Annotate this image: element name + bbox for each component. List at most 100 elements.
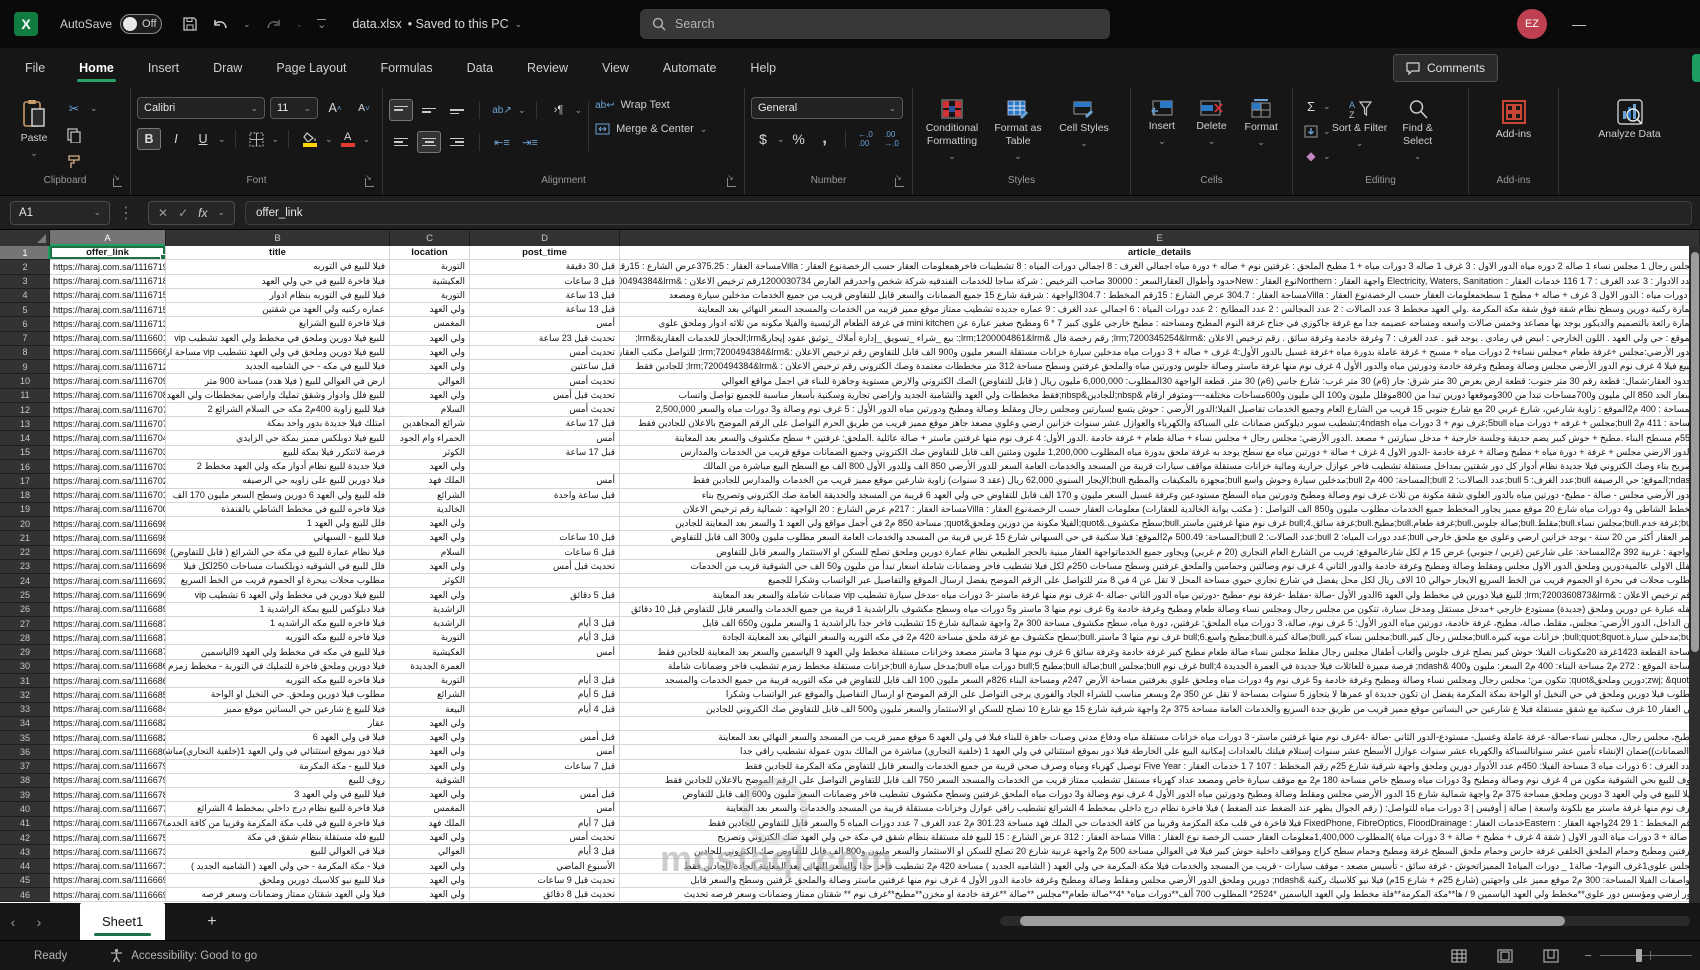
orientation-dropdown-icon[interactable]: ⌄: [518, 105, 526, 116]
cell-B21[interactable]: فيلا للبيع - السبهاني: [166, 531, 390, 546]
cell-E21[interactable]: عمر العقار أكثر من 20 سنة - يوجد خزانين …: [620, 531, 1700, 546]
cell-B31[interactable]: فيلا فاخره للبيع مكه التوريه: [166, 673, 390, 689]
cell-C40[interactable]: المغمس: [390, 802, 470, 817]
cell-D3[interactable]: قبل 3 ساعات: [470, 274, 620, 289]
cell-E25[interactable]: رقم ترخيص الاعلان : &lrm;7200360873&lrm;…: [620, 588, 1700, 603]
cell-B43[interactable]: فيلا في العوالي للبيع: [166, 845, 390, 860]
row-header-3[interactable]: 3: [0, 274, 50, 289]
row-header-32[interactable]: 32: [0, 688, 50, 703]
cell-A9[interactable]: https://haraj.com.sa/11167121416/: [50, 360, 166, 375]
decrease-font-icon[interactable]: A ˅: [352, 97, 376, 119]
row-header-13[interactable]: 13: [0, 417, 50, 432]
autosave-control[interactable]: AutoSave Off: [60, 14, 163, 34]
cell-C4[interactable]: التوربة: [390, 288, 470, 304]
accounting-dropdown-icon[interactable]: ⌄: [777, 134, 785, 145]
horizontal-scrollbar[interactable]: [1000, 916, 1690, 926]
paste-options-icon[interactable]: ⌄: [90, 103, 98, 114]
font-dialog-launcher-icon[interactable]: [365, 173, 374, 187]
row-header-11[interactable]: 11: [0, 388, 50, 403]
cell-C23[interactable]: ولي العهد: [390, 559, 470, 575]
cell-A37[interactable]: https://haraj.com.sa/11166798607/: [50, 759, 166, 774]
cell-A3[interactable]: https://haraj.com.sa/11167186397/: [50, 274, 166, 289]
cell-A14[interactable]: https://haraj.com.sa/11167046297/: [50, 431, 166, 446]
cell-A23[interactable]: https://haraj.com.sa/11166980284/: [50, 559, 166, 575]
comments-button[interactable]: Comments: [1393, 54, 1499, 82]
cell-D17[interactable]: أمس: [470, 474, 620, 489]
cell-E2[interactable]: مجلس رجال 1 مجلس نساء 1 صاله 2 دوره مياه…: [620, 260, 1700, 275]
cell-E26[interactable]: الفله عبارة عن دورين وملحق (جديدة) مستود…: [620, 602, 1700, 617]
row-header-23[interactable]: 23: [0, 559, 50, 575]
cell-B46[interactable]: فيلا ولي العهد شقتان ممتاز وضمانات وسعر …: [166, 887, 390, 903]
cell-B30[interactable]: فيلا دورين وملحق فاخرة للتمليك في التورب…: [166, 659, 390, 674]
format-painter-icon[interactable]: [62, 151, 86, 173]
fill-color-dropdown-icon[interactable]: ⌄: [325, 134, 333, 145]
normal-view-button[interactable]: [1450, 948, 1468, 964]
tab-help[interactable]: Help: [746, 53, 780, 83]
align-bottom-icon[interactable]: [445, 99, 469, 121]
cell-C29[interactable]: العكيشية: [390, 645, 470, 660]
cell-E4[interactable]: 5 دورات مياه : الدور الاول 3 غرف + صاله …: [620, 288, 1700, 304]
cell-D7[interactable]: تحديث قبل 23 ساعة: [470, 331, 620, 346]
cell-E8[interactable]: الدور الأرضي:مجلس +غرفة طعام +مجلس نساء+…: [620, 345, 1700, 361]
cell-A26[interactable]: https://haraj.com.sa/11166899472/: [50, 602, 166, 617]
cell-B32[interactable]: مطلوب فيلا دورين وملحق. حي النخيل او الو…: [166, 688, 390, 703]
row-header-19[interactable]: 19: [0, 502, 50, 518]
next-sheet-icon[interactable]: ›: [26, 914, 52, 930]
cell-C41[interactable]: الملك فهد: [390, 816, 470, 831]
cell-B6[interactable]: فيلا فاخرة للبيع الشرايع: [166, 317, 390, 332]
paste-button[interactable]: Paste ⌄: [6, 93, 62, 159]
fill-icon[interactable]: [1299, 120, 1323, 142]
cell-E17[interactable]: ndash;الموقع: حي الرصيفة bull;عدد الغرف:…: [620, 474, 1700, 489]
row-header-34[interactable]: 34: [0, 716, 50, 732]
row-header-39[interactable]: 39: [0, 788, 50, 803]
cut-icon[interactable]: ✂: [62, 97, 86, 119]
cell-C22[interactable]: السلام: [390, 545, 470, 560]
cell-C9[interactable]: ولي العهد: [390, 360, 470, 375]
cell-A33[interactable]: https://haraj.com.sa/11166843643/: [50, 702, 166, 717]
row-header-2[interactable]: 2: [0, 260, 50, 275]
cell-D15[interactable]: قبل 17 ساعة: [470, 445, 620, 460]
number-format-select[interactable]: General ⌄: [751, 97, 903, 119]
cell-C6[interactable]: المغمس: [390, 317, 470, 332]
cell-A44[interactable]: https://haraj.com.sa/11166715795/: [50, 859, 166, 874]
italic-button[interactable]: I: [164, 128, 188, 150]
cancel-entry-icon[interactable]: ✕: [158, 206, 168, 220]
cell-E40[interactable]: غرف نوم منها غرفة ماستر مع بلكونة واسعة …: [620, 802, 1700, 817]
redo-icon[interactable]: [265, 17, 282, 32]
cell-E41[interactable]: رقم المخطط : 1 29 24واجهة العقار : Easte…: [620, 816, 1700, 831]
cell-A28[interactable]: https://haraj.com.sa/11166879177/: [50, 631, 166, 646]
cell-B17[interactable]: فيلا دورين للبيع على زاويه حي الرصيفه: [166, 474, 390, 489]
cell-D46[interactable]: تحديث قبل 8 دقائق: [470, 887, 620, 903]
tab-home[interactable]: Home: [75, 53, 118, 83]
cell-D37[interactable]: قبل 7 ساعات: [470, 759, 620, 774]
row-header-38[interactable]: 38: [0, 773, 50, 789]
cell-C21[interactable]: ولي العهد: [390, 531, 470, 546]
align-left-icon[interactable]: [389, 131, 413, 153]
align-right-icon[interactable]: [445, 131, 469, 153]
page-layout-view-button[interactable]: [1496, 948, 1514, 964]
cell-A24[interactable]: https://haraj.com.sa/11166934563/: [50, 574, 166, 589]
cell-B10[interactable]: ارض في العوالي للبيع ( فيلا هدد) مساحة 9…: [166, 374, 390, 389]
cell-A2[interactable]: https://haraj.com.sa/11167198050/: [50, 260, 166, 275]
cell-B27[interactable]: فيلا فاخره للبيع مكه الراشديه 1: [166, 616, 390, 632]
cell-A15[interactable]: https://haraj.com.sa/11167038048/: [50, 445, 166, 460]
accessibility-status[interactable]: Accessibility: Good to go: [109, 948, 257, 963]
borders-dropdown-icon[interactable]: ⌄: [272, 134, 280, 145]
cell-C20[interactable]: ولي العهد: [390, 517, 470, 532]
cell-A39[interactable]: https://haraj.com.sa/11166780282/: [50, 788, 166, 803]
increase-indent-icon[interactable]: ⇥≡: [518, 131, 542, 153]
cell-D16[interactable]: [470, 459, 620, 475]
cell-D22[interactable]: قبل 6 ساعات: [470, 545, 620, 560]
cell-E34[interactable]: [620, 716, 1700, 732]
cell-C42[interactable]: ولي العهد: [390, 830, 470, 846]
cell-D12[interactable]: تحديث أمس: [470, 402, 620, 418]
cell-C25[interactable]: ولي العهد: [390, 588, 470, 603]
row-header-46[interactable]: 46: [0, 887, 50, 903]
cell-A21[interactable]: https://haraj.com.sa/11166982779/: [50, 531, 166, 546]
cell-D31[interactable]: قبل 3 أيام: [470, 673, 620, 689]
undo-icon[interactable]: [212, 17, 229, 32]
horizontal-scrollbar-thumb[interactable]: [1020, 916, 1565, 926]
cell-A32[interactable]: https://haraj.com.sa/11166858170/: [50, 688, 166, 703]
cell-E32[interactable]: مطلوب فيلا دورين وملحق في حي النخيل او ا…: [620, 688, 1700, 703]
row-header-28[interactable]: 28: [0, 631, 50, 646]
